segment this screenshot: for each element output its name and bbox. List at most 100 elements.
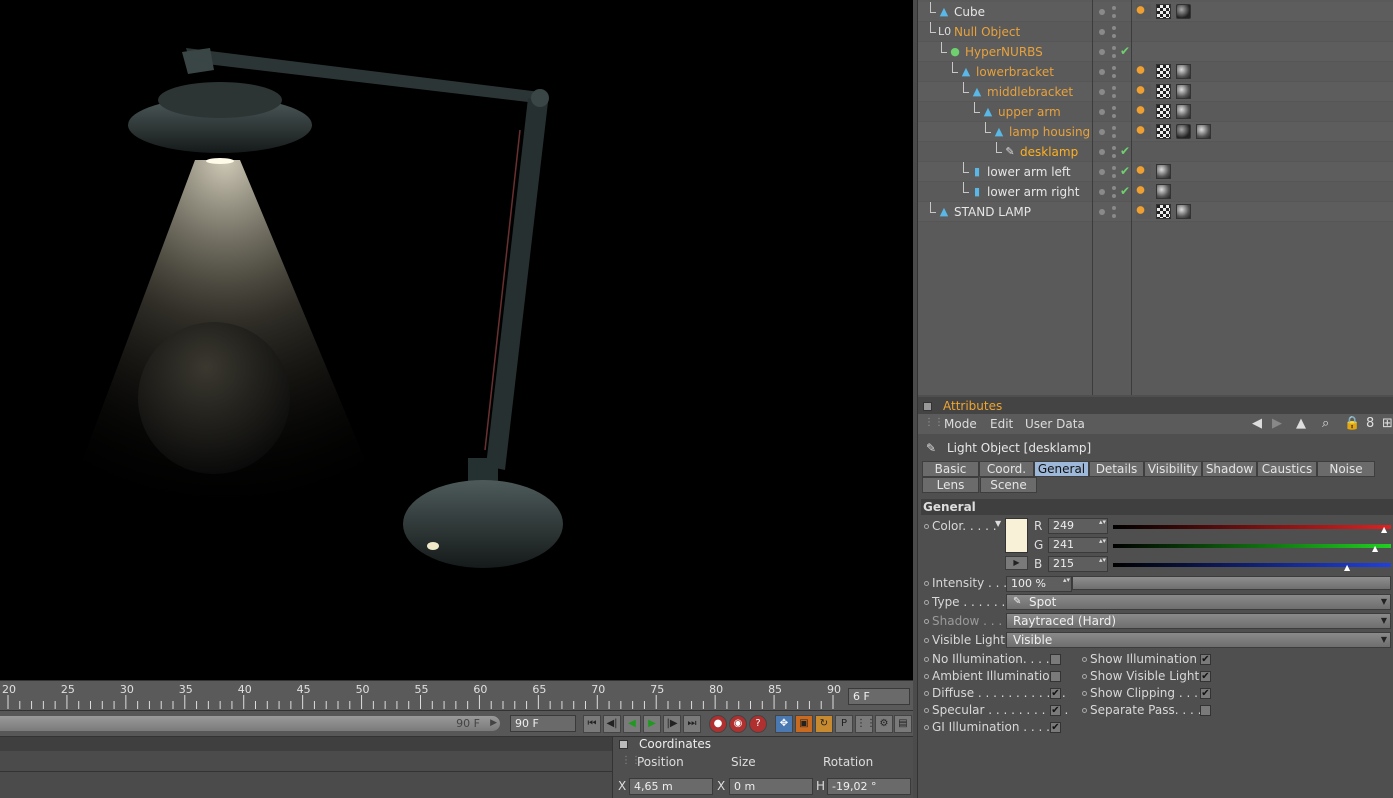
uvw-tag-icon[interactable] [1156, 84, 1171, 99]
object-row[interactable]: ▲ Cube [918, 2, 1393, 22]
param-dot[interactable] [1082, 691, 1087, 696]
record-scale-button[interactable]: ▣ [795, 715, 813, 733]
back-arrow-icon[interactable]: ◀ [1252, 416, 1262, 431]
g-slider[interactable] [1113, 544, 1391, 548]
current-frame-field[interactable]: 6 F [848, 688, 910, 705]
param-dot[interactable] [924, 581, 929, 586]
editor-visibility-dot[interactable] [1099, 189, 1105, 195]
render-visibility-dot[interactable] [1112, 214, 1116, 218]
editor-visibility-dot[interactable] [1099, 169, 1105, 175]
object-row[interactable]: ▲ lamp housing [918, 122, 1393, 142]
menu-edit[interactable]: Edit [990, 417, 1013, 431]
phong-tag-icon[interactable] [1136, 84, 1151, 99]
record-parameter-button[interactable]: P [835, 715, 853, 733]
lock-icon[interactable]: 🔒 [1344, 416, 1360, 431]
render-visibility-dot[interactable] [1112, 194, 1116, 198]
render-visibility-dot[interactable] [1112, 34, 1116, 38]
panel-handle-icon[interactable] [619, 740, 628, 749]
object-row[interactable]: ▲ STAND LAMP [918, 202, 1393, 222]
r-slider-handle-icon[interactable]: ▲ [1381, 525, 1387, 534]
material-tag-icon[interactable] [1176, 104, 1191, 119]
render-visibility-dot[interactable] [1112, 206, 1116, 210]
render-visibility-dot[interactable] [1112, 166, 1116, 170]
up-arrow-icon[interactable]: ▲ [1296, 416, 1306, 431]
time-range-slider[interactable]: 90 F ▶ [0, 716, 500, 731]
render-visibility-dot[interactable] [1112, 26, 1116, 30]
material-tag-icon[interactable] [1156, 164, 1171, 179]
type-dropdown[interactable]: ✎ Spot [1006, 594, 1391, 610]
phong-tag-icon[interactable] [1136, 184, 1151, 199]
phong-tag-icon[interactable] [1136, 204, 1151, 219]
tab-noise[interactable]: Noise [1317, 461, 1375, 477]
record-rotation-button[interactable]: ↻ [815, 715, 833, 733]
param-dot[interactable] [924, 708, 929, 713]
checkbox[interactable] [1050, 671, 1061, 682]
tab-coord[interactable]: Coord. [979, 461, 1034, 477]
object-name[interactable]: lower arm left [987, 165, 1071, 179]
checkbox[interactable]: ✔ [1200, 671, 1211, 682]
object-name[interactable]: Null Object [954, 25, 1020, 39]
param-dot[interactable] [924, 674, 929, 679]
g-value-field[interactable]: 241 [1048, 537, 1108, 553]
frame-ruler[interactable]: 20 25 30 35 40 45 50 55 60 65 70 75 80 85 90 [0, 681, 845, 711]
go-to-start-button[interactable]: ⏮ [583, 715, 601, 733]
param-dot[interactable] [924, 600, 929, 605]
previous-key-button[interactable]: ◀| [603, 715, 621, 733]
play-backward-button[interactable]: ◀ [623, 715, 641, 733]
checkbox[interactable] [1200, 705, 1211, 716]
timeline-ruler[interactable]: 20 25 30 35 40 45 50 55 60 65 70 75 80 85 90 6 F [0, 680, 913, 710]
intensity-slider[interactable] [1072, 576, 1391, 590]
enabled-check-icon[interactable]: ✔ [1120, 144, 1130, 158]
render-visibility-dot[interactable] [1112, 106, 1116, 110]
tab-scene[interactable]: Scene [980, 477, 1037, 493]
render-visibility-dot[interactable] [1112, 146, 1116, 150]
param-dot[interactable] [924, 638, 929, 643]
color-dropdown-icon[interactable]: ▼ [995, 519, 1001, 528]
new-panel-icon[interactable]: ⊞ [1382, 416, 1393, 431]
enabled-check-icon[interactable]: ✔ [1120, 164, 1130, 178]
render-visibility-dot[interactable] [1112, 86, 1116, 90]
forward-arrow-icon[interactable]: ▶ [1272, 416, 1282, 431]
color-expand-button[interactable]: ▶ [1005, 556, 1028, 570]
position-x-field[interactable]: 4,65 m [629, 778, 713, 795]
object-name[interactable]: lamp housing [1009, 125, 1090, 139]
tab-details[interactable]: Details [1089, 461, 1144, 477]
phong-tag-icon[interactable] [1136, 164, 1151, 179]
visible-light-dropdown[interactable]: Visible [1006, 632, 1391, 648]
material-tag-icon[interactable] [1176, 64, 1191, 79]
param-dot[interactable] [924, 619, 929, 624]
render-visibility-dot[interactable] [1112, 114, 1116, 118]
param-dot[interactable] [1082, 657, 1087, 662]
tab-visibility[interactable]: Visibility [1144, 461, 1202, 477]
object-name[interactable]: middlebracket [987, 85, 1073, 99]
render-visibility-dot[interactable] [1112, 74, 1116, 78]
object-name[interactable]: STAND LAMP [954, 205, 1031, 219]
r-value-field[interactable]: 249 [1048, 518, 1108, 534]
menu-mode[interactable]: Mode [944, 417, 977, 431]
scheme-icon[interactable]: ▤ [894, 715, 912, 733]
editor-visibility-dot[interactable] [1099, 149, 1105, 155]
checkbox[interactable]: ✔ [1050, 722, 1061, 733]
material-tag-icon[interactable] [1176, 204, 1191, 219]
enabled-check-icon[interactable]: ✔ [1120, 44, 1130, 58]
editor-visibility-dot[interactable] [1099, 49, 1105, 55]
param-dot[interactable] [924, 691, 929, 696]
slider-arrow-icon[interactable]: ▶ [490, 716, 497, 731]
uvw-tag-icon[interactable] [1156, 64, 1171, 79]
checkbox[interactable]: ✔ [1200, 688, 1211, 699]
keyframe-selection-button[interactable]: ? [749, 715, 767, 733]
record-keys-button[interactable]: ● [709, 715, 727, 733]
link-icon[interactable]: 8 [1366, 416, 1374, 431]
render-visibility-dot[interactable] [1112, 94, 1116, 98]
material-tag-icon[interactable] [1196, 124, 1211, 139]
phong-tag-icon[interactable] [1136, 124, 1151, 139]
intensity-field[interactable]: 100 % [1006, 576, 1072, 592]
param-dot[interactable] [924, 657, 929, 662]
object-name[interactable]: lower arm right [987, 185, 1079, 199]
record-pla-button[interactable]: ⋮⋮ [855, 715, 876, 733]
tab-caustics[interactable]: Caustics [1257, 461, 1317, 477]
object-row[interactable]: ▮ lower arm right ✔ [918, 182, 1393, 202]
render-visibility-dot[interactable] [1112, 54, 1116, 58]
r-slider[interactable] [1113, 525, 1391, 529]
checkbox[interactable]: ✔ [1200, 654, 1211, 665]
